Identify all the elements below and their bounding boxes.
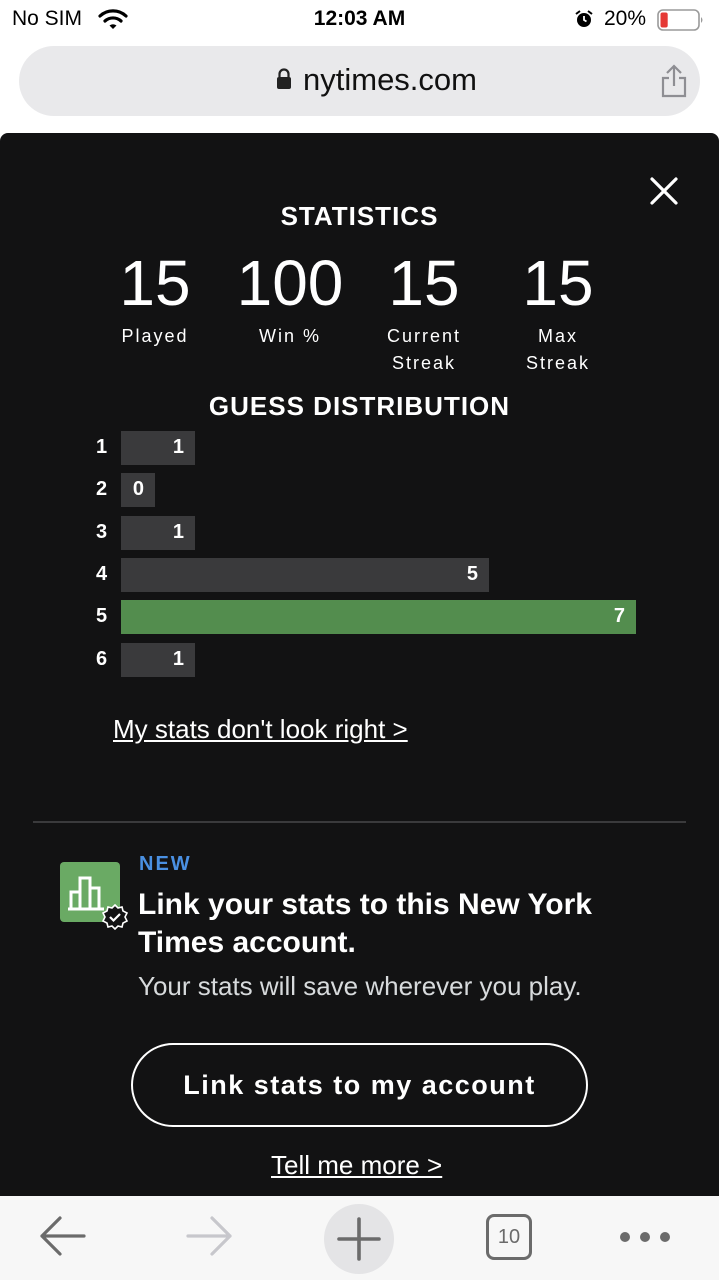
distribution-row: 57 xyxy=(96,600,696,635)
distribution-row: 61 xyxy=(96,642,696,677)
statistics-modal: STATISTICS 15 Played 100 Win % 15 Curren… xyxy=(0,133,719,1196)
new-tab-button[interactable] xyxy=(324,1204,394,1274)
divider xyxy=(33,821,686,823)
stat-max-streak: 15 Max Streak xyxy=(493,251,623,377)
distribution-bar: 7 xyxy=(121,600,636,635)
url-text[interactable]: nytimes.com xyxy=(303,62,477,98)
promo-subtitle: Your stats will save wherever you play. xyxy=(138,971,582,1001)
distribution-row: 11 xyxy=(96,431,696,465)
stat-played: 15 Played xyxy=(90,251,220,350)
battery-percent: 20% xyxy=(604,7,647,30)
stat-value: 15 xyxy=(119,247,191,319)
guess-number: 2 xyxy=(96,478,108,501)
stat-value: 15 xyxy=(388,247,460,319)
stat-label: Current Streak xyxy=(386,326,462,373)
new-badge: NEW xyxy=(139,853,192,875)
lock-icon xyxy=(276,68,292,95)
distribution-bar: 0 xyxy=(121,473,155,508)
status-bar: No SIM 12:03 AM 20% xyxy=(0,0,719,40)
verified-check-icon xyxy=(101,903,129,935)
distribution-row: 20 xyxy=(96,473,696,508)
guess-distribution-title: GUESS DISTRIBUTION xyxy=(208,391,511,421)
statistics-title: STATISTICS xyxy=(280,201,439,231)
forward-arrow-icon[interactable] xyxy=(186,1214,234,1263)
stat-current-streak: 15 Current Streak xyxy=(359,251,489,377)
stat-label: Played xyxy=(121,326,189,346)
share-icon[interactable] xyxy=(659,64,689,103)
distribution-count: 1 xyxy=(172,520,184,543)
distribution-count: 0 xyxy=(132,478,144,501)
distribution-bar: 1 xyxy=(121,431,195,465)
stat-label: Max Streak xyxy=(525,326,591,373)
stat-win-percent: 100 Win % xyxy=(225,251,355,350)
battery-icon xyxy=(657,9,705,36)
distribution-count: 1 xyxy=(172,436,184,458)
link-stats-button[interactable]: Link stats to my account xyxy=(131,1043,588,1127)
guess-number: 1 xyxy=(96,436,108,458)
back-arrow-icon[interactable] xyxy=(38,1214,86,1263)
guess-number: 5 xyxy=(96,605,108,628)
distribution-row: 31 xyxy=(96,515,696,550)
alarm-icon xyxy=(574,9,594,34)
address-bar[interactable]: nytimes.com xyxy=(19,46,700,116)
plus-icon xyxy=(337,1217,381,1261)
tell-me-more-link[interactable]: Tell me more > xyxy=(271,1150,442,1181)
distribution-bar: 1 xyxy=(121,642,195,677)
guess-number: 6 xyxy=(96,647,108,670)
distribution-count: 1 xyxy=(172,647,184,670)
more-dots-icon[interactable] xyxy=(619,1230,671,1248)
stat-value: 15 xyxy=(522,247,594,319)
browser-toolbar: 10 xyxy=(0,1196,719,1280)
distribution-bar: 5 xyxy=(121,557,489,592)
tab-count-button[interactable]: 10 xyxy=(486,1214,532,1260)
distribution-count: 5 xyxy=(466,562,478,585)
promo-title: Link your stats to this New York Times a… xyxy=(138,888,592,959)
distribution-count: 7 xyxy=(613,605,625,628)
guess-number: 4 xyxy=(96,562,108,585)
guess-number: 3 xyxy=(96,520,108,543)
distribution-row: 45 xyxy=(96,557,696,592)
stat-value: 100 xyxy=(236,247,344,319)
stats-chart-icon xyxy=(60,862,129,931)
stat-label: Win % xyxy=(258,326,321,346)
distribution-bar: 1 xyxy=(121,515,195,550)
stats-issue-link[interactable]: My stats don't look right > xyxy=(113,714,408,745)
